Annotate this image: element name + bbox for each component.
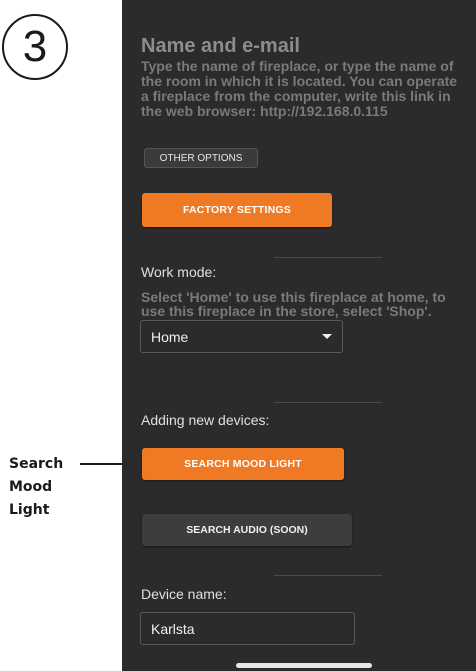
callout-line2: Mood xyxy=(9,479,53,495)
callout-pointer-line xyxy=(80,463,126,465)
work-mode-label: Work mode: xyxy=(141,264,217,280)
page-description: Type the name of fireplace, or type the … xyxy=(141,58,458,119)
step-number-badge: 3 xyxy=(2,14,68,80)
callout-label: Search Mood Light xyxy=(9,453,79,522)
page-title: Name and e-mail xyxy=(141,35,300,57)
search-mood-light-button[interactable]: SEARCH MOOD LIGHT xyxy=(142,448,344,480)
chevron-down-icon xyxy=(322,334,332,339)
device-name-label: Device name: xyxy=(141,586,227,602)
divider xyxy=(274,257,382,258)
divider xyxy=(274,402,382,403)
home-indicator[interactable] xyxy=(236,663,372,668)
step-number: 3 xyxy=(22,22,48,71)
search-audio-button[interactable]: SEARCH AUDIO (SOON) xyxy=(142,514,352,546)
callout-line3: Light xyxy=(9,502,50,518)
callout-line1: Search xyxy=(9,456,64,472)
other-options-button[interactable]: OTHER OPTIONS xyxy=(144,148,258,168)
work-mode-description: Select 'Home' to use this fireplace at h… xyxy=(141,289,446,319)
phone-screen: Name and e-mail Type the name of firepla… xyxy=(122,0,476,671)
work-mode-select[interactable]: Home xyxy=(140,320,343,353)
work-mode-selected-value: Home xyxy=(151,328,189,345)
factory-settings-button[interactable]: FACTORY SETTINGS xyxy=(142,193,332,227)
device-name-input[interactable]: Karlsta xyxy=(140,612,355,645)
adding-devices-label: Adding new devices: xyxy=(141,412,270,428)
divider xyxy=(274,575,382,576)
device-name-value: Karlsta xyxy=(151,620,195,637)
